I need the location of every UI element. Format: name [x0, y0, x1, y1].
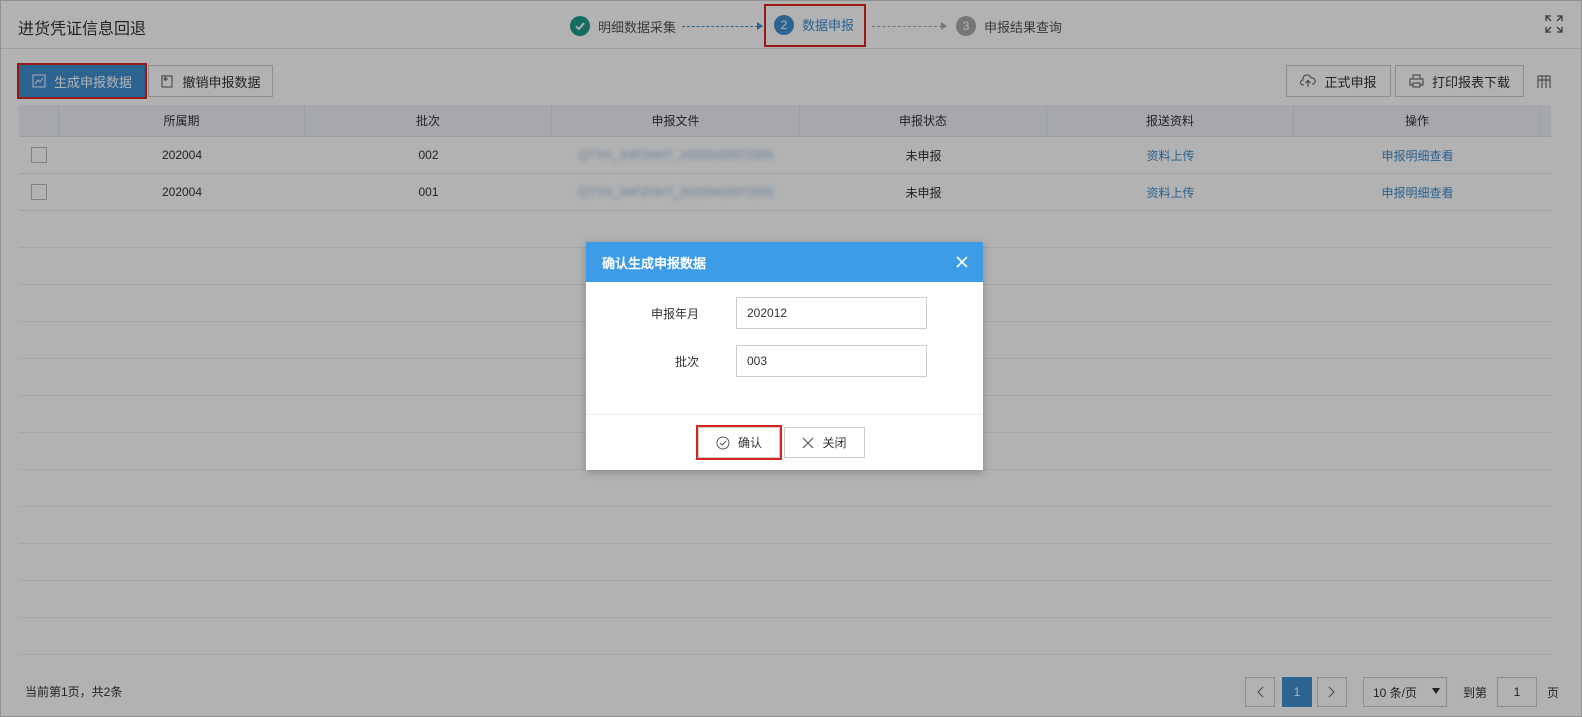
close-icon: [803, 437, 814, 448]
dialog-title: 确认生成申报数据: [602, 255, 707, 271]
batch-label: 批次: [674, 355, 699, 369]
button-label: 确认: [737, 436, 762, 450]
button-label: 关闭: [822, 436, 847, 450]
dialog-header: 确认生成申报数据: [586, 242, 983, 282]
batch-input[interactable]: [736, 345, 927, 377]
period-input[interactable]: [736, 297, 927, 329]
check-circle-icon: [716, 436, 730, 449]
close-icon[interactable]: [955, 255, 969, 269]
close-button[interactable]: 关闭: [784, 427, 865, 458]
confirm-button[interactable]: 确认: [696, 425, 782, 460]
confirm-generate-dialog: 确认生成申报数据 申报年月 批次 确认 关闭: [586, 242, 983, 470]
period-label: 申报年月: [650, 307, 699, 321]
dialog-footer: 确认 关闭: [586, 414, 983, 470]
period-row: 申报年月: [586, 297, 983, 329]
batch-row: 批次: [586, 345, 983, 377]
